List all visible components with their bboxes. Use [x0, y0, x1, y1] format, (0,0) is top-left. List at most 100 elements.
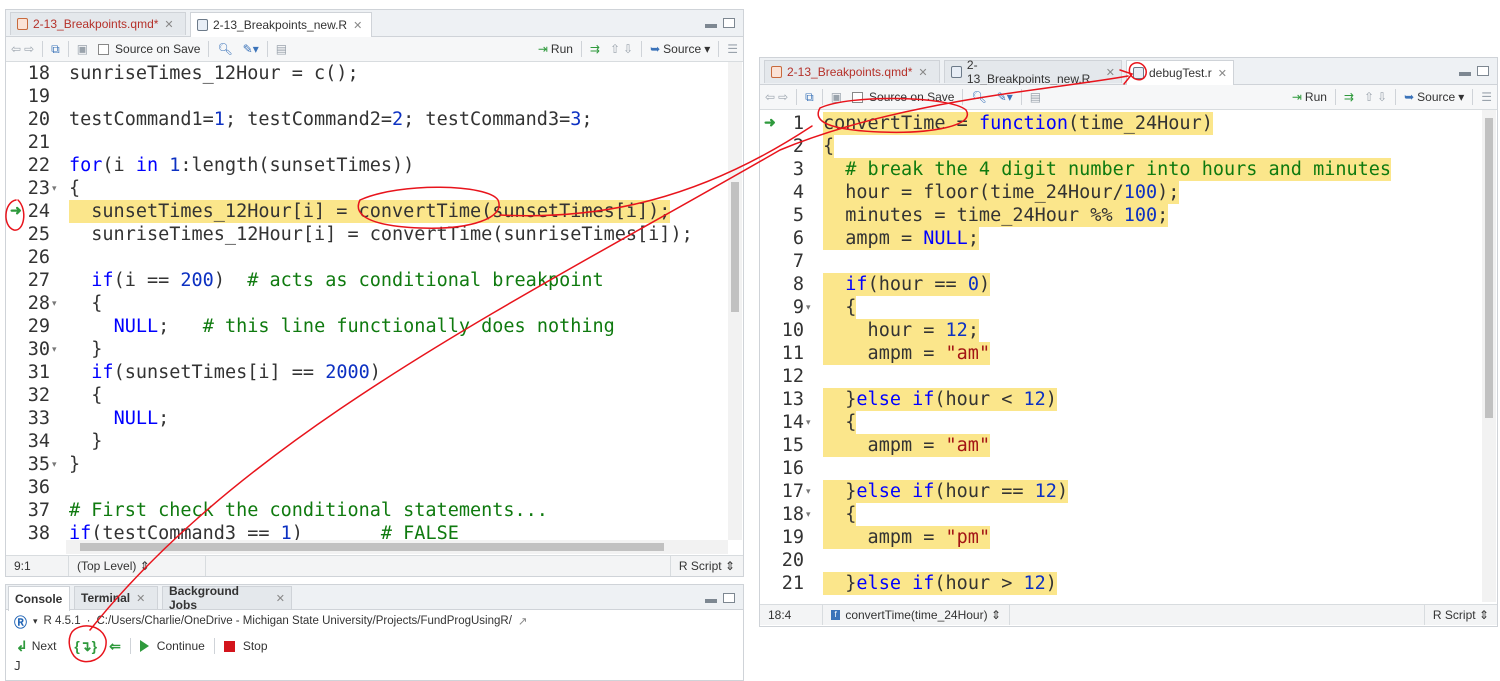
line-number[interactable]: 19 [6, 85, 50, 108]
line-number[interactable]: 32 [6, 384, 50, 407]
goto-directory-icon[interactable]: ↗ [518, 614, 528, 628]
line-number[interactable]: 12 [760, 365, 804, 388]
code-line[interactable]: }else if(hour < 12) [823, 388, 1057, 411]
code-line[interactable]: NULL; # this line functionally does noth… [69, 315, 615, 338]
line-number[interactable]: 5 [760, 204, 804, 227]
source-on-save-toggle[interactable]: Source on Save [93, 42, 205, 56]
code-line[interactable]: if(testCommand3 == 1) # FALSE [69, 522, 459, 540]
line-number[interactable]: 21 [760, 572, 804, 595]
line-number[interactable]: 30 [6, 338, 50, 361]
step-into-button[interactable]: {↴} [68, 638, 103, 655]
line-number[interactable]: 9 [760, 296, 804, 319]
show-in-window-icon[interactable]: ⧉ [51, 42, 60, 57]
code-line[interactable]: ampm = "pm" [823, 526, 991, 549]
tab-breakpoints-new-r[interactable]: 2-13_Breakpoints_new.R ✕ [944, 58, 1122, 86]
search-icon[interactable]: 🔍︎ [971, 90, 986, 104]
maximize-icon[interactable] [723, 593, 735, 603]
line-number[interactable]: 17 [760, 480, 804, 503]
line-number[interactable]: 29 [6, 315, 50, 338]
line-number[interactable]: 15 [760, 434, 804, 457]
line-number[interactable]: 33 [6, 407, 50, 430]
fold-chevron-icon[interactable]: ▾ [52, 298, 57, 309]
code-line[interactable]: { [823, 135, 835, 158]
line-number[interactable]: 10 [760, 319, 804, 342]
fold-chevron-icon[interactable]: ▾ [52, 459, 57, 470]
tab-background-jobs[interactable]: Background Jobs ✕ [162, 585, 292, 612]
up-icon[interactable]: ⇧ [610, 42, 620, 56]
line-number[interactable]: 6 [760, 227, 804, 250]
tab-terminal[interactable]: Terminal ✕ [74, 586, 158, 609]
back-arrow-icon[interactable]: ⇦ [11, 42, 21, 56]
line-number[interactable]: 23 [6, 177, 50, 200]
save-icon[interactable]: ▣ [77, 42, 88, 56]
run-button[interactable]: ⇥ Run [1287, 90, 1332, 104]
tab-debugtest-r[interactable]: debugTest.r ✕ [1126, 60, 1234, 85]
continue-button[interactable]: Continue [134, 639, 211, 653]
line-number[interactable]: 36 [6, 476, 50, 499]
outline-icon[interactable]: ▤ [1030, 90, 1041, 104]
line-number[interactable]: 18 [6, 62, 50, 85]
line-number[interactable]: 25 [6, 223, 50, 246]
show-in-window-icon[interactable]: ⧉ [805, 90, 814, 105]
console-prompt[interactable]: J [14, 659, 21, 673]
forward-arrow-icon[interactable]: ⇨ [24, 42, 34, 56]
code-line[interactable]: # break the 4 digit number into hours an… [823, 158, 1392, 181]
line-number[interactable]: 27 [6, 269, 50, 292]
outline-icon[interactable]: ▤ [276, 42, 287, 56]
filetype-selector[interactable]: R Script ⇕ [1423, 605, 1497, 625]
fold-chevron-icon[interactable]: ▾ [52, 344, 57, 355]
tab-console[interactable]: Console [8, 586, 70, 611]
next-button[interactable]: ↲ Next [10, 638, 62, 655]
code-line[interactable]: { [69, 292, 102, 315]
tab-breakpoints-qmd[interactable]: 2-13_Breakpoints.qmd* ✕ [10, 12, 186, 35]
code-line[interactable]: hour = 12; [823, 319, 979, 342]
close-icon[interactable]: ✕ [164, 18, 173, 31]
code-line[interactable]: if(hour == 0) [823, 273, 991, 296]
minimize-icon[interactable] [705, 24, 717, 28]
filetype-selector[interactable]: R Script ⇕ [669, 556, 743, 576]
save-icon[interactable]: ▣ [831, 90, 842, 104]
line-number[interactable]: 31 [6, 361, 50, 384]
source-button[interactable]: ➥ Source ▾ [645, 42, 715, 56]
close-icon[interactable]: ✕ [353, 19, 362, 32]
line-number[interactable]: 2 [760, 135, 804, 158]
line-number[interactable]: 26 [6, 246, 50, 269]
close-icon[interactable]: ✕ [1218, 67, 1227, 80]
fold-chevron-icon[interactable]: ▾ [806, 486, 811, 497]
line-number[interactable]: 8 [760, 273, 804, 296]
forward-arrow-icon[interactable]: ⇨ [778, 90, 788, 104]
source-on-save-toggle[interactable]: Source on Save [847, 90, 959, 104]
code-line[interactable]: { [823, 503, 857, 526]
line-number[interactable]: 11 [760, 342, 804, 365]
step-out-button[interactable]: ⇐ [103, 638, 127, 655]
code-line[interactable]: ampm = "am" [823, 434, 991, 457]
rerun-icon[interactable]: ⇉ [1344, 90, 1354, 104]
right-code-editor[interactable]: 1 convertTime = function(time_24Hour) 2{3 … [760, 110, 1482, 602]
line-number[interactable]: 13 [760, 388, 804, 411]
line-number[interactable]: 4 [760, 181, 804, 204]
up-icon[interactable]: ⇧ [1364, 90, 1374, 104]
line-number[interactable]: 35 [6, 453, 50, 476]
maximize-icon[interactable] [1477, 66, 1489, 76]
close-icon[interactable]: ✕ [918, 66, 927, 79]
line-number[interactable]: 38 [6, 522, 50, 540]
code-line[interactable]: if(sunsetTimes[i] == 2000) [69, 361, 381, 384]
code-line[interactable]: sunriseTimes_12Hour = c(); [69, 62, 359, 85]
code-line[interactable]: convertTime = function(time_24Hour) [823, 112, 1213, 135]
line-number[interactable]: 16 [760, 457, 804, 480]
tab-breakpoints-new-r[interactable]: 2-13_Breakpoints_new.R ✕ [190, 12, 372, 37]
left-vertical-scrollbar[interactable] [728, 62, 742, 540]
stop-button[interactable]: Stop [218, 639, 274, 653]
fold-chevron-icon[interactable]: ▾ [806, 417, 811, 428]
code-line[interactable]: testCommand1=1; testCommand2=2; testComm… [69, 108, 593, 131]
down-icon[interactable]: ⇩ [623, 42, 633, 56]
line-number[interactable]: 14 [760, 411, 804, 434]
code-line[interactable]: NULL; [69, 407, 170, 430]
line-number[interactable]: 20 [760, 549, 804, 572]
line-number[interactable]: 18 [760, 503, 804, 526]
source-on-save-checkbox[interactable] [852, 91, 864, 103]
code-line[interactable]: ampm = NULL; [823, 227, 979, 250]
magic-wand-icon[interactable]: ✎▾ [997, 90, 1013, 104]
code-line[interactable]: }else if(hour > 12) [823, 572, 1057, 595]
search-icon[interactable]: 🔍︎ [217, 42, 232, 56]
